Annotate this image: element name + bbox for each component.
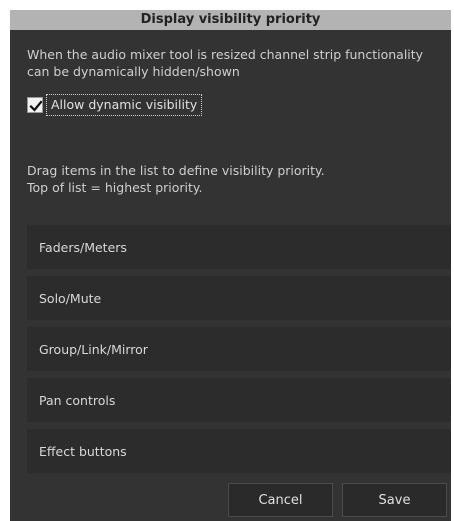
- list-item-group-link-mirror[interactable]: Group/Link/Mirror: [27, 327, 451, 371]
- save-button[interactable]: Save: [342, 483, 447, 517]
- list-item-label: Group/Link/Mirror: [39, 341, 148, 357]
- dialog-description: When the audio mixer tool is resized cha…: [27, 47, 424, 79]
- instructions-text: Drag items in the list to define visibil…: [27, 162, 447, 196]
- visibility-priority-dialog: Display visibility priority When the aud…: [10, 10, 451, 521]
- list-item-effect-buttons[interactable]: Effect buttons: [27, 429, 451, 473]
- list-item-label: Faders/Meters: [39, 239, 127, 255]
- dialog-title: Display visibility priority: [140, 12, 321, 27]
- title-bar[interactable]: Display visibility priority: [10, 10, 451, 30]
- instructions-line-1: Drag items in the list to define visibil…: [27, 163, 325, 178]
- dynamic-visibility-label[interactable]: Allow dynamic visibility: [46, 94, 203, 116]
- dynamic-visibility-checkbox[interactable]: [27, 97, 43, 113]
- cancel-button[interactable]: Cancel: [228, 483, 333, 517]
- list-item-label: Solo/Mute: [39, 290, 102, 306]
- dialog-footer: Cancel Save: [228, 483, 454, 517]
- instructions-line-2: Top of list = highest priority.: [27, 180, 203, 195]
- list-item-pan-controls[interactable]: Pan controls: [27, 378, 451, 422]
- check-icon: [29, 100, 43, 112]
- list-item-label: Effect buttons: [39, 443, 127, 459]
- list-item-label: Pan controls: [39, 392, 116, 408]
- dynamic-visibility-toggle[interactable]: Allow dynamic visibility: [27, 93, 203, 117]
- list-item-faders-meters[interactable]: Faders/Meters: [27, 225, 451, 269]
- list-item-solo-mute[interactable]: Solo/Mute: [27, 276, 451, 320]
- priority-list: Faders/Meters Solo/Mute Group/Link/Mirro…: [27, 225, 451, 480]
